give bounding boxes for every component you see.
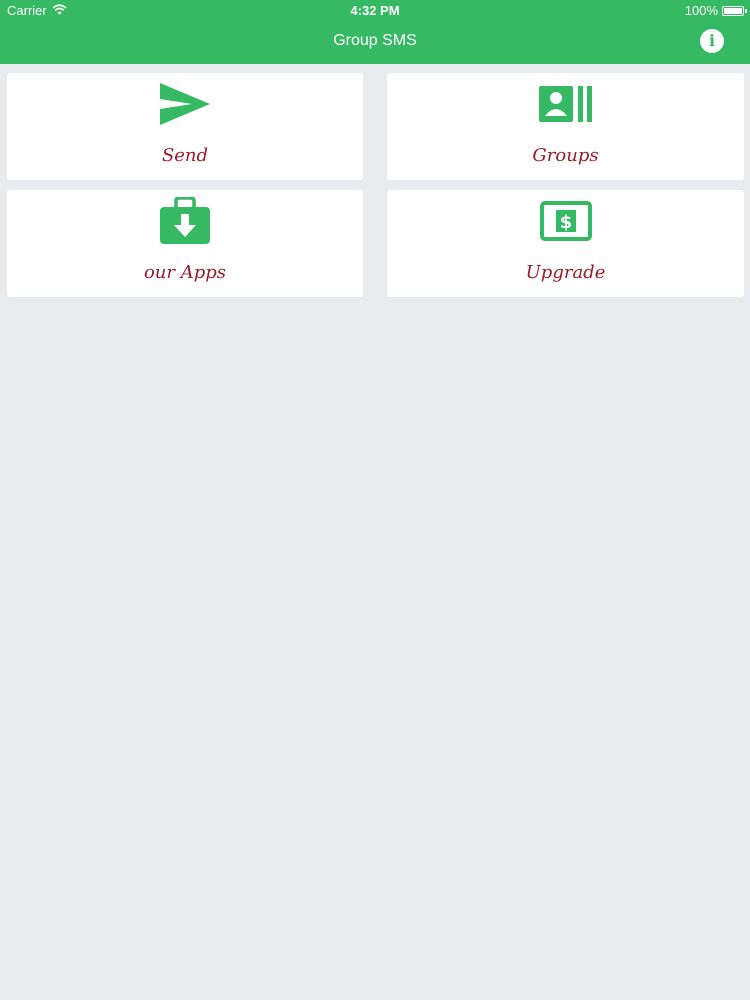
send-label: Send	[161, 145, 209, 166]
battery-percent: 100%	[684, 3, 718, 18]
status-right: 100%	[684, 3, 747, 18]
our-apps-tile[interactable]: our Apps	[7, 190, 363, 297]
contact-card-icon	[387, 79, 744, 129]
paper-plane-icon	[7, 79, 363, 129]
app-screen: Carrier 4:32 PM 100% Group SMS i Send Gr…	[0, 0, 750, 1000]
header: Carrier 4:32 PM 100% Group SMS i	[0, 0, 750, 64]
upgrade-label: Upgrade	[525, 262, 606, 283]
upgrade-tile[interactable]: $ Upgrade	[387, 190, 744, 297]
navigation-bar: Group SMS i	[0, 20, 750, 64]
status-time: 4:32 PM	[350, 3, 400, 18]
svg-text:$: $	[559, 212, 572, 233]
info-button[interactable]: i	[700, 29, 724, 53]
battery-icon	[722, 5, 747, 16]
send-tile[interactable]: Send	[7, 73, 363, 180]
groups-label: Groups	[532, 145, 599, 166]
groups-tile[interactable]: Groups	[387, 73, 744, 180]
our-apps-label: our Apps	[143, 262, 227, 283]
dollar-bill-icon: $	[387, 196, 744, 246]
status-bar: Carrier 4:32 PM 100%	[0, 0, 750, 20]
info-icon: i	[708, 31, 716, 50]
battery-fill	[724, 7, 742, 14]
page-title: Group SMS	[333, 32, 417, 49]
toolbox-download-icon	[7, 196, 363, 246]
